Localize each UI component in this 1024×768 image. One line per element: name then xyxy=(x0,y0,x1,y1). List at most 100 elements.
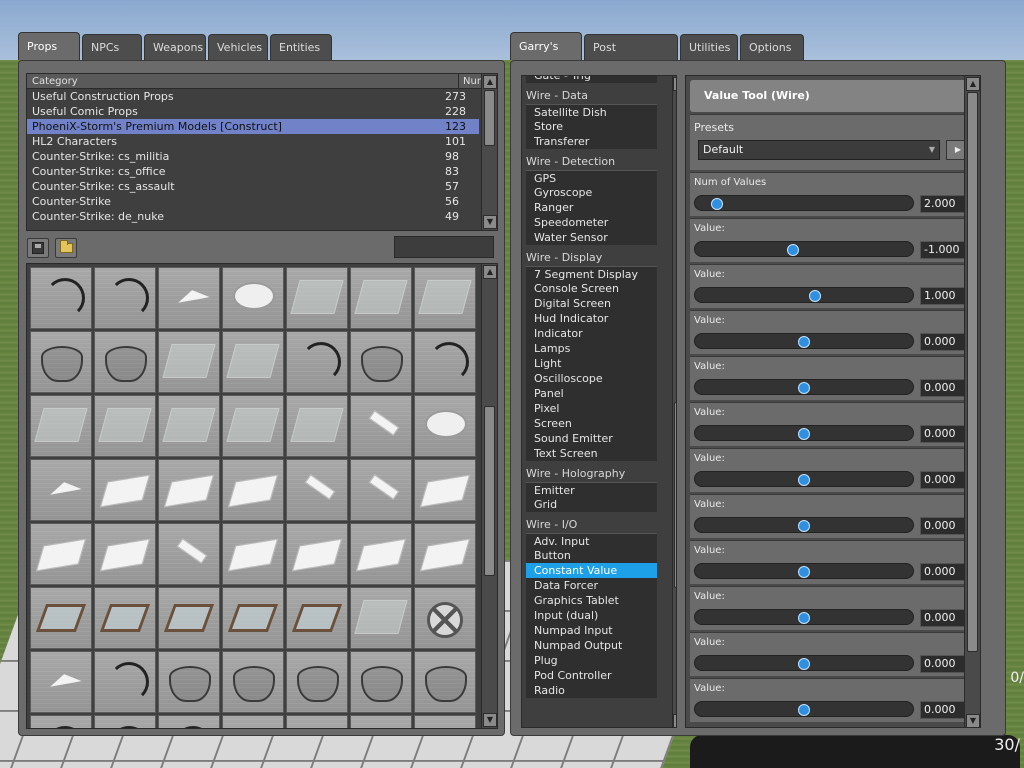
prop-model-icon[interactable] xyxy=(158,395,220,457)
value-slider[interactable] xyxy=(694,701,914,717)
prop-model-icon[interactable] xyxy=(158,715,220,728)
scroll-down-icon[interactable]: ▼ xyxy=(673,714,676,727)
prop-model-icon[interactable] xyxy=(158,459,220,521)
tool-item[interactable]: Panel xyxy=(526,386,657,401)
tool-item[interactable]: Indicator xyxy=(526,326,657,341)
prop-model-icon[interactable] xyxy=(94,587,156,649)
category-row[interactable]: Counter-Strike: cs_militia 98 xyxy=(27,149,479,164)
prop-model-icon[interactable] xyxy=(30,459,92,521)
scroll-up-icon[interactable]: ▲ xyxy=(966,77,980,91)
value-slider[interactable] xyxy=(694,609,914,625)
category-row[interactable]: Useful Comic Props 228 xyxy=(27,104,479,119)
tool-item[interactable]: Graphics Tablet xyxy=(526,593,657,608)
tool-item[interactable]: Sound Emitter xyxy=(526,431,657,446)
prop-model-icon[interactable] xyxy=(94,395,156,457)
tool-item[interactable]: Water Sensor xyxy=(526,230,657,245)
presets-dropdown[interactable]: Default ▼ xyxy=(698,140,940,160)
value-slider[interactable] xyxy=(694,655,914,671)
value-number-input[interactable]: 2.000 xyxy=(920,195,970,213)
slider-knob[interactable] xyxy=(798,382,810,394)
tool-item[interactable]: Light xyxy=(526,356,657,371)
tool-item[interactable]: Numpad Input xyxy=(526,623,657,638)
prop-model-icon[interactable] xyxy=(158,651,220,713)
tab-post-processing[interactable]: Post Processing xyxy=(584,34,678,80)
scroll-up-icon[interactable]: ▲ xyxy=(673,77,676,91)
prop-model-icon[interactable] xyxy=(158,587,220,649)
prop-model-icon[interactable] xyxy=(222,715,284,728)
value-number-input[interactable]: 1.000 xyxy=(920,287,970,305)
scroll-thumb[interactable] xyxy=(484,90,495,146)
prop-model-icon[interactable] xyxy=(158,267,220,329)
tab-utilities[interactable]: Utilities xyxy=(680,34,738,60)
value-number-input[interactable]: 0.000 xyxy=(920,333,970,351)
prop-model-icon[interactable] xyxy=(286,331,348,393)
prop-model-icon[interactable] xyxy=(350,523,412,585)
slider-knob[interactable] xyxy=(798,612,810,624)
category-row[interactable]: Counter-Strike: cs_office 83 xyxy=(27,164,479,179)
tool-item[interactable]: Pod Controller xyxy=(526,668,657,683)
tool-item[interactable]: Gate - Trig xyxy=(526,76,657,83)
prop-model-icon[interactable] xyxy=(414,331,476,393)
search-input[interactable] xyxy=(394,236,494,258)
prop-model-icon[interactable] xyxy=(222,395,284,457)
tab-garry-s-mod[interactable]: Garry's Mod xyxy=(510,32,582,81)
prop-model-icon[interactable] xyxy=(30,651,92,713)
tab-options[interactable]: Options xyxy=(740,34,804,60)
tool-category-header[interactable]: Wire - Data xyxy=(522,88,660,104)
scroll-up-icon[interactable]: ▲ xyxy=(483,75,497,89)
tool-list-scrollbar[interactable]: ▲ ▼ xyxy=(672,76,676,727)
tool-item[interactable]: Digital Screen xyxy=(526,296,657,311)
slider-knob[interactable] xyxy=(798,704,810,716)
tool-item[interactable]: Lamps xyxy=(526,341,657,356)
slider-knob[interactable] xyxy=(808,290,821,302)
scroll-thumb[interactable] xyxy=(967,92,978,652)
prop-model-icon[interactable] xyxy=(350,587,412,649)
value-slider[interactable] xyxy=(694,379,914,395)
prop-model-icon[interactable] xyxy=(30,331,92,393)
tool-item[interactable]: Grid xyxy=(526,497,657,512)
prop-model-icon[interactable] xyxy=(350,715,412,728)
prop-model-icon[interactable] xyxy=(94,651,156,713)
category-row[interactable]: Counter-Strike: de_nuke 49 xyxy=(27,209,479,224)
slider-knob[interactable] xyxy=(787,244,800,256)
prop-model-icon[interactable] xyxy=(286,395,348,457)
value-number-input[interactable]: 0.000 xyxy=(920,471,970,489)
tool-item[interactable]: Input (dual) xyxy=(526,608,657,623)
value-number-input[interactable]: 0.000 xyxy=(920,379,970,397)
value-number-input[interactable]: 0.000 xyxy=(920,701,970,719)
tool-item[interactable]: Button xyxy=(526,548,657,563)
prop-model-icon[interactable] xyxy=(222,587,284,649)
value-slider[interactable] xyxy=(694,425,914,441)
prop-model-icon[interactable] xyxy=(30,715,92,728)
prop-model-icon[interactable] xyxy=(94,331,156,393)
tool-item[interactable]: Emitter xyxy=(526,482,657,497)
control-panel-scrollbar[interactable]: ▲ ▼ xyxy=(964,76,980,727)
prop-model-icon[interactable] xyxy=(286,587,348,649)
value-number-input[interactable]: 0.000 xyxy=(920,425,970,443)
scroll-up-icon[interactable]: ▲ xyxy=(483,265,497,279)
prop-model-icon[interactable] xyxy=(414,651,476,713)
tool-item[interactable]: Transferer xyxy=(526,134,657,149)
prop-model-icon[interactable] xyxy=(350,395,412,457)
scroll-thumb[interactable] xyxy=(674,402,676,588)
prop-model-icon[interactable] xyxy=(286,459,348,521)
slider-knob[interactable] xyxy=(798,658,810,670)
tab-entities[interactable]: Entities xyxy=(270,34,332,60)
prop-model-icon[interactable] xyxy=(222,651,284,713)
prop-model-icon[interactable] xyxy=(286,523,348,585)
prop-model-icon[interactable] xyxy=(30,395,92,457)
value-number-input[interactable]: -1.000 xyxy=(920,241,970,259)
value-slider[interactable] xyxy=(694,563,914,579)
tool-item[interactable]: GPS xyxy=(526,170,657,185)
prop-model-icon[interactable] xyxy=(94,523,156,585)
slider-knob[interactable] xyxy=(798,336,810,348)
prop-model-icon[interactable] xyxy=(350,459,412,521)
open-folder-button[interactable] xyxy=(55,238,77,258)
tool-item[interactable]: Pixel xyxy=(526,401,657,416)
prop-model-icon[interactable] xyxy=(414,587,476,649)
slider-knob[interactable] xyxy=(798,474,810,486)
scroll-down-icon[interactable]: ▼ xyxy=(966,714,980,727)
prop-model-icon[interactable] xyxy=(350,651,412,713)
tool-item[interactable]: Gyroscope xyxy=(526,185,657,200)
tool-item[interactable]: 7 Segment Display xyxy=(526,266,657,281)
